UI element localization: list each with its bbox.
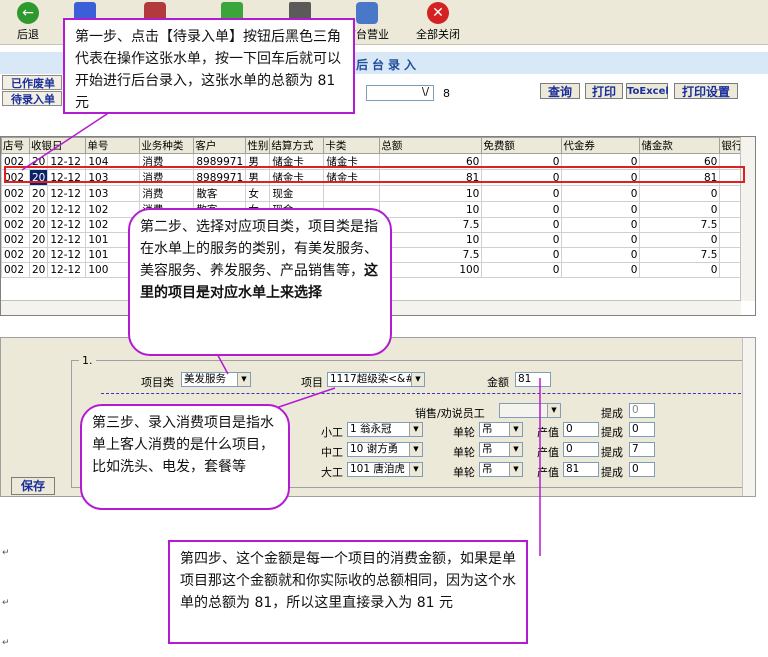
step2-text: 第二步、选择对应项目类，项目类是指在水单上的服务的类别，有美发服务、美容服务、养… <box>140 219 378 279</box>
step4-callout: 第四步、这个金额是每一个项目的消费金额，如果是单项目那这个金额就和你实际收的总额… <box>168 540 528 644</box>
step1-connector <box>21 111 111 171</box>
step1-callout: 第一步、点击【待录入单】按钮后黑色三角代表在操作这张水单，按一下回车后就可以开始… <box>63 18 355 114</box>
step2-callout: 第二步、选择对应项目类，项目类是指在水单上的服务的类别，有美发服务、美容服务、养… <box>128 208 392 356</box>
step3-callout: 第三步、录入消费项目是指水单上客人消费的是什么项目，比如洗头、电发，套餐等 <box>80 404 290 510</box>
